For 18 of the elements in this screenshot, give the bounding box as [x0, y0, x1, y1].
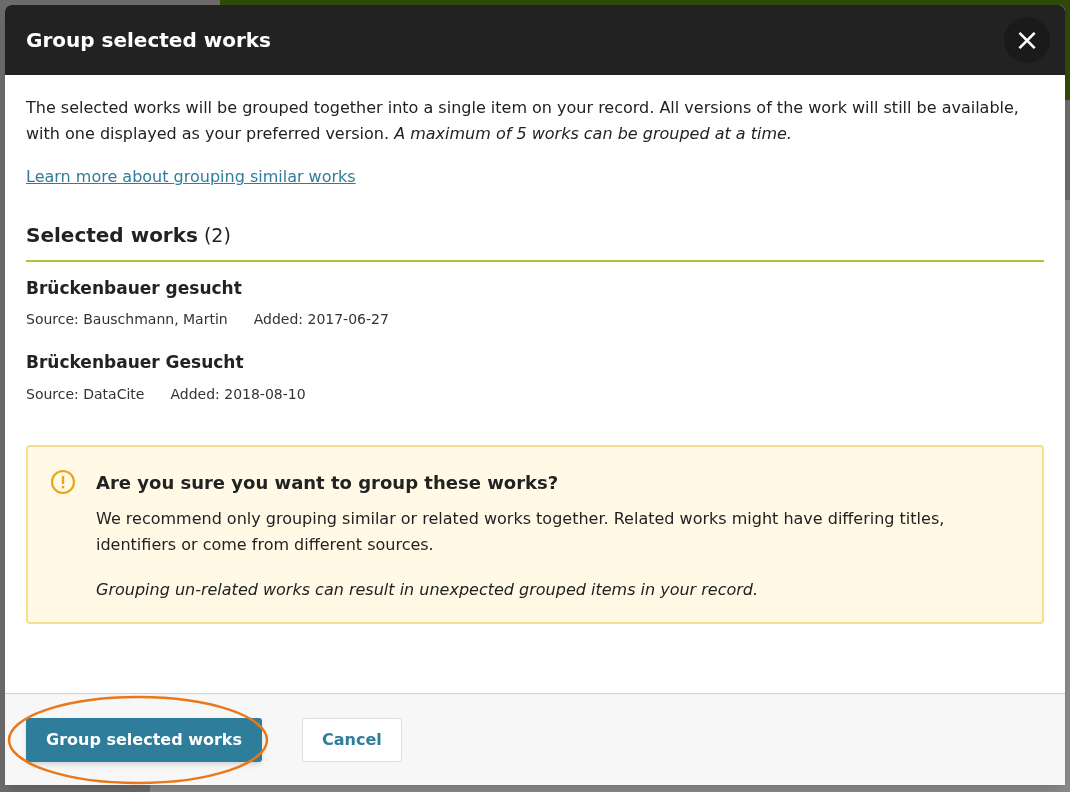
warning-title: Are you sure you want to group these works? — [96, 470, 560, 495]
warning-text: We recommend only grouping similar or related works together. Related works might have differing titles, identifiers or come from different sources. — [96, 507, 946, 556]
warning-note: Grouping un-related works can result in unexpected grouped items in your record. — [96, 578, 760, 601]
close-button[interactable]: × — [1004, 17, 1050, 63]
work-source: Source: Bauschmann, Martin — [26, 310, 228, 330]
intro-paragraph: The selected works will be grouped together into a single item on your record. All versions of the work will still be available, with one displayed as your preferred version. A maximum of 5 works can be grouped at a time. — [26, 97, 1020, 145]
learn-more-link[interactable]: Learn more about grouping similar works — [26, 165, 356, 189]
cancel-button[interactable]: Cancel — [302, 717, 402, 762]
warning-icon — [50, 468, 76, 495]
work-title: Brückenbauer Gesucht — [26, 351, 245, 375]
section-heading: Selected works — [26, 221, 198, 249]
work-source: Source: DataCite — [26, 384, 145, 404]
added-date: Added: 2018-08-10 — [170, 384, 306, 404]
group-button[interactable]: Group selected works — [26, 717, 262, 762]
work-title: Brückenbauer gesucht — [26, 276, 243, 300]
added-date: Added: 2017-06-27 — [253, 310, 389, 330]
works-count: (2) — [203, 222, 231, 248]
dialog-title: Group selected works — [26, 27, 271, 54]
